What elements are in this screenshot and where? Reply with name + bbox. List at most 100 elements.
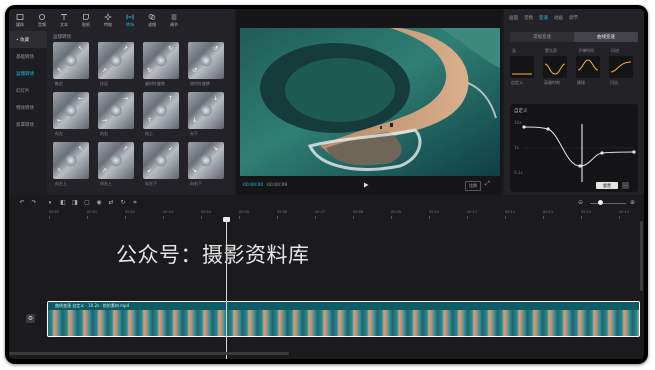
- tab-label: 媒体: [16, 21, 24, 27]
- property-tab[interactable]: 变速: [539, 15, 548, 21]
- ruler-tick: [429, 216, 430, 219]
- property-tab[interactable]: 调节: [569, 15, 578, 21]
- ruler-tick: [619, 216, 620, 219]
- ruler-label: 00:14: [581, 210, 592, 214]
- property-tab[interactable]: 画面: [509, 15, 518, 21]
- ruler-tick: [277, 216, 278, 219]
- transition-thumbnail[interactable]: ↖ ↖: [53, 142, 89, 179]
- speed-mode-option[interactable]: 曲线变速: [574, 32, 638, 42]
- preset-label: 自定义: [511, 80, 523, 85]
- transition-thumbnail[interactable]: ↑ ↑: [143, 92, 179, 129]
- tab-filter[interactable]: 滤镜: [141, 9, 163, 31]
- delete-right-icon[interactable]: ◨: [72, 200, 78, 206]
- transition-thumbnail[interactable]: ↻ ↻: [143, 42, 179, 79]
- arrow-icon: ↙: [147, 167, 153, 174]
- sidebar-item[interactable]: 遮罩转场: [9, 116, 47, 133]
- video-clip[interactable]: 曲线变速 自定义 · 10.2s · 航拍素材.mp4: [47, 301, 640, 337]
- arrow-icon: ↗: [123, 145, 129, 152]
- sidebar-item[interactable]: 运镜转场: [9, 65, 47, 82]
- curve-editor[interactable]: 自定义 10x 1x 0.1x 重置 …: [510, 104, 638, 192]
- zoom-out-icon[interactable]: ⊖: [578, 199, 583, 207]
- arrow-icon: ↑: [168, 95, 174, 102]
- transition-thumbnail[interactable]: ↖ ↖: [53, 42, 89, 79]
- playhead[interactable]: [226, 219, 227, 359]
- tab-adjust[interactable]: 调节: [163, 9, 185, 31]
- transition-thumbnail[interactable]: ↓ ↓: [188, 92, 224, 129]
- more-icon[interactable]: …: [622, 182, 629, 189]
- delete-left-icon[interactable]: ◧: [60, 200, 66, 206]
- transition-thumbnail[interactable]: ↗ ↗: [98, 42, 134, 79]
- play-icon[interactable]: [363, 182, 369, 188]
- ruler-label: 00:10: [429, 210, 440, 214]
- sidebar-item[interactable]: 基础转场: [9, 48, 47, 65]
- arrow-icon: ↘: [213, 145, 219, 152]
- freeze-icon[interactable]: ◉: [96, 200, 102, 206]
- ruler-label: 00:03: [163, 210, 174, 214]
- split-icon[interactable]: ⏸: [47, 200, 53, 206]
- tab-audio[interactable]: 音频: [31, 9, 53, 31]
- transition-thumbnail[interactable]: ↙ ↙: [143, 142, 179, 179]
- property-tab[interactable]: 动画: [554, 15, 563, 21]
- sidebar-item[interactable]: • 收藏: [9, 31, 47, 48]
- ruler-label: 00:15: [619, 210, 630, 214]
- preset-label: 跳接: [577, 80, 585, 85]
- tab-label: 调节: [170, 21, 178, 27]
- tab-transition[interactable]: 转场: [119, 9, 141, 31]
- horizontal-scrollbar[interactable]: [9, 352, 289, 355]
- rotate-icon[interactable]: ↻: [120, 200, 126, 206]
- arrow-icon: ←: [78, 95, 84, 102]
- transition-thumbnail[interactable]: ↘ ↘: [188, 142, 224, 179]
- ruler-label: 00:05: [239, 210, 250, 214]
- zoom-slider-knob[interactable]: [598, 200, 603, 205]
- time-ruler[interactable]: 00:00 00:01 00:02 00:03 00:04 00:05 00:06 00:07…: [49, 209, 644, 219]
- curve-preset[interactable]: [510, 56, 534, 78]
- reset-button[interactable]: 重置: [596, 182, 618, 189]
- speed-curve[interactable]: [510, 104, 638, 192]
- ruler-label: 00:08: [353, 210, 364, 214]
- tab-media[interactable]: 媒体: [9, 9, 31, 31]
- ruler-tick: [315, 216, 316, 219]
- crop-icon[interactable]: ⌗: [132, 200, 138, 206]
- redo-icon[interactable]: ↷: [31, 200, 37, 206]
- preview-video[interactable]: [240, 28, 500, 176]
- transition-thumbnail[interactable]: → →: [98, 92, 134, 129]
- curve-preset[interactable]: [576, 56, 600, 78]
- speed-mode-option[interactable]: 常规变速: [510, 32, 574, 42]
- tab-sticker[interactable]: 贴纸: [75, 9, 97, 31]
- arrow-icon: ↗: [102, 67, 108, 74]
- ruler-tick: [87, 216, 88, 219]
- curve-preset[interactable]: [609, 56, 633, 78]
- property-tabs: 画面 音频 变速 动画 调节: [504, 9, 644, 27]
- playhead-handle[interactable]: [223, 217, 230, 222]
- fullscreen-icon[interactable]: ⤢: [485, 181, 491, 187]
- ruler-tick: [239, 216, 240, 219]
- tab-effects[interactable]: 特效: [97, 9, 119, 31]
- transition-thumbnail[interactable]: ← ←: [53, 92, 89, 129]
- tab-text[interactable]: 文本: [53, 9, 75, 31]
- ratio-button[interactable]: 比例: [465, 181, 481, 191]
- zoom-control[interactable]: ⊖ ⊕: [578, 199, 638, 207]
- transition-thumbnail[interactable]: ↗ ↗: [98, 142, 134, 179]
- track-settings-icon[interactable]: ⚙: [26, 314, 35, 323]
- tab-label: 文本: [60, 21, 68, 27]
- delete-icon[interactable]: ▢: [84, 200, 90, 206]
- transition-thumbnail[interactable]: ↺ ↺: [188, 42, 224, 79]
- undo-icon[interactable]: ↶: [19, 200, 25, 206]
- arrow-icon: ↖: [57, 167, 63, 174]
- sidebar-item[interactable]: 特效转场: [9, 99, 47, 116]
- properties-panel: 画面 音频 变速 动画 调节 常规变速 曲线变速 无自定义 蒙太奇 英雄时刻 子弹时间 跳接 闪进闪…: [504, 9, 644, 195]
- zoom-in-icon[interactable]: ⊕: [630, 199, 635, 207]
- transition-label: 向左下: [145, 181, 157, 186]
- property-tab[interactable]: 音频: [524, 15, 533, 21]
- arrow-icon: ↻: [147, 67, 153, 74]
- current-time: 00:00:00: [243, 183, 264, 188]
- mirror-icon[interactable]: ⇄: [108, 200, 114, 206]
- clip-thumbnails: [48, 310, 639, 336]
- ruler-label: 00:09: [391, 210, 402, 214]
- sidebar-item[interactable]: 幻灯片: [9, 82, 47, 99]
- arrow-icon: ↖: [78, 145, 84, 152]
- ruler-tick: [467, 216, 468, 219]
- vertical-scrollbar[interactable]: [640, 221, 643, 291]
- preset-caption: 蒙太奇: [545, 48, 557, 53]
- curve-preset[interactable]: [543, 56, 567, 78]
